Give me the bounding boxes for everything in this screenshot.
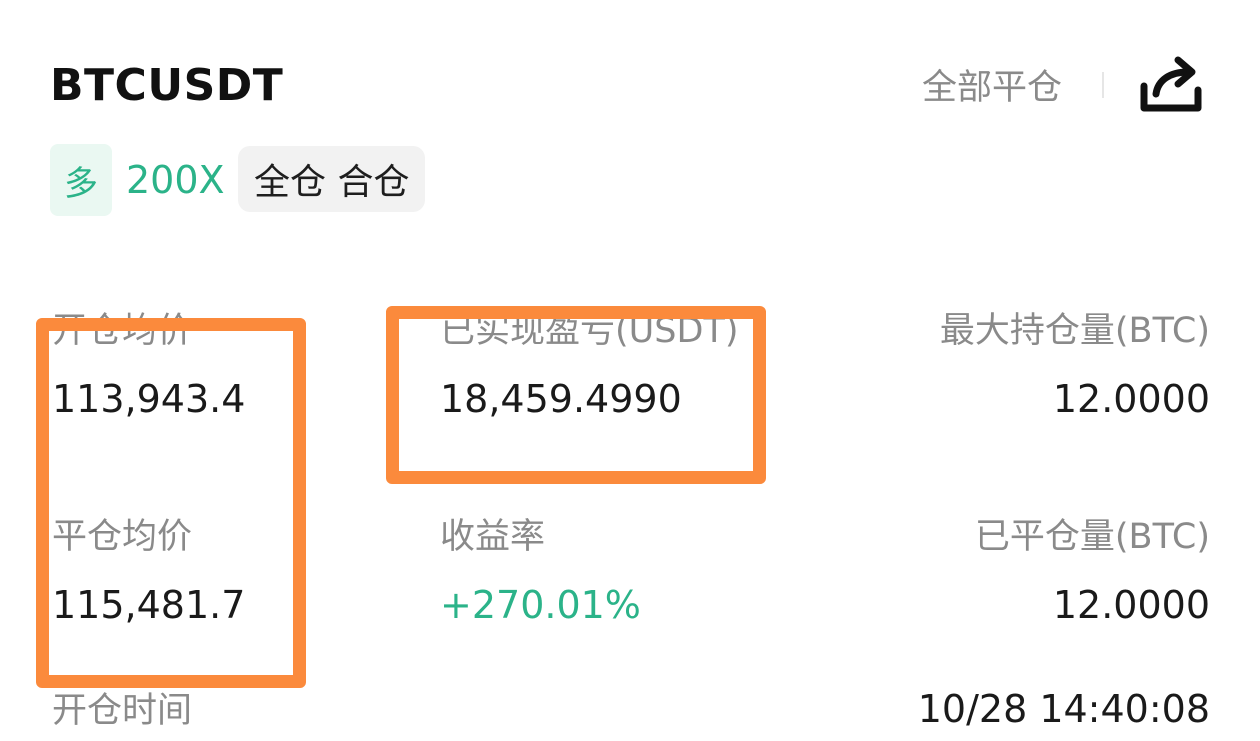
closed-volume-value: 12.0000 bbox=[1052, 583, 1210, 627]
roi-value: +270.01% bbox=[440, 583, 641, 627]
open-time-value: 10/28 14:40:08 bbox=[917, 687, 1210, 731]
header-divider bbox=[1102, 72, 1104, 98]
max-position-value: 12.0000 bbox=[1052, 377, 1210, 421]
direction-badge: 多 bbox=[50, 144, 112, 216]
symbol-title: BTCUSDT bbox=[50, 60, 284, 111]
margin-mode-badge: 全仓 合仓 bbox=[238, 146, 426, 212]
highlight-box-realized-pnl bbox=[386, 306, 766, 484]
closed-volume-label: 已平仓量(BTC) bbox=[974, 517, 1210, 557]
open-time-label: 开仓时间 bbox=[52, 691, 193, 731]
max-position-label: 最大持仓量(BTC) bbox=[939, 311, 1210, 351]
leverage-badge: 200X bbox=[126, 158, 225, 202]
highlight-box-avg-prices bbox=[36, 318, 306, 688]
close-all-button[interactable]: 全部平仓 bbox=[922, 64, 1062, 112]
share-icon[interactable] bbox=[1138, 52, 1206, 116]
roi-label: 收益率 bbox=[440, 517, 546, 557]
